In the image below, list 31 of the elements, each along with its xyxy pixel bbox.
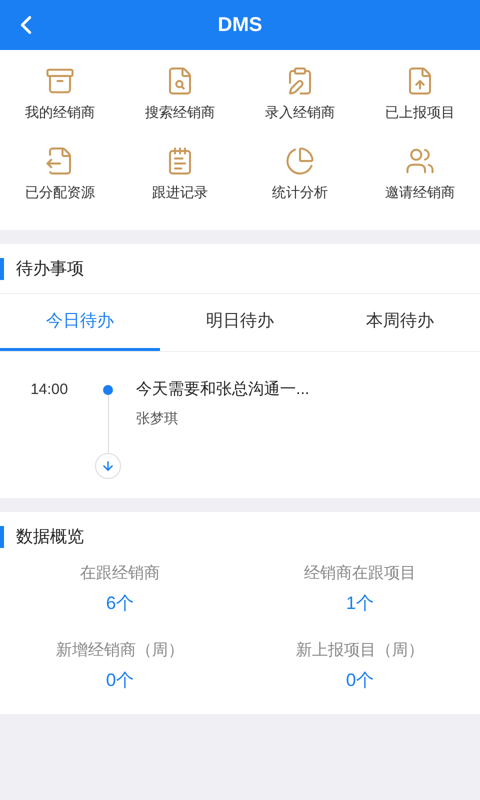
shortcut-item[interactable]: 搜索经销商 [120,62,240,142]
stat-label: 新上报项目（周） [296,640,424,661]
shortcut-item[interactable]: 我的经销商 [0,62,120,142]
todo-tab[interactable]: 本周待办 [320,294,480,351]
page-title: DMS [218,13,262,38]
users-icon [405,146,435,176]
todo-text: 今天需要和张总沟通一... [136,380,310,400]
section-title: 待办事项 [16,258,84,280]
shortcut-item[interactable]: 统计分析 [240,142,360,222]
pie-chart-icon [285,146,315,176]
shortcut-item[interactable]: 已分配资源 [0,142,120,222]
shortcut-item[interactable]: 邀请经销商 [360,142,480,222]
stat-label: 在跟经销商 [80,564,160,584]
stat-value: 0个 [346,669,374,692]
section-title: 数据概览 [16,526,84,548]
section-marker [0,258,4,280]
todo-tab[interactable]: 明日待办 [160,294,320,351]
stat-label: 经销商在跟项目 [304,564,416,584]
shortcut-item[interactable]: 录入经销商 [240,62,360,142]
stat-value: 1个 [346,592,374,615]
stat-value: 0个 [106,669,134,692]
shortcut-item[interactable]: 已上报项目 [360,62,480,142]
archive-icon [45,66,75,96]
todo-person: 张梦琪 [136,409,179,428]
more-button[interactable] [95,453,121,479]
todo-tab[interactable]: 今日待办 [0,294,160,351]
section-marker [0,526,4,548]
shortcut-item[interactable]: 跟进记录 [120,142,240,222]
stat-label: 新增经销商（周） [56,640,184,661]
todo-time: 14:00 [29,380,69,400]
stat-value: 6个 [106,592,134,615]
